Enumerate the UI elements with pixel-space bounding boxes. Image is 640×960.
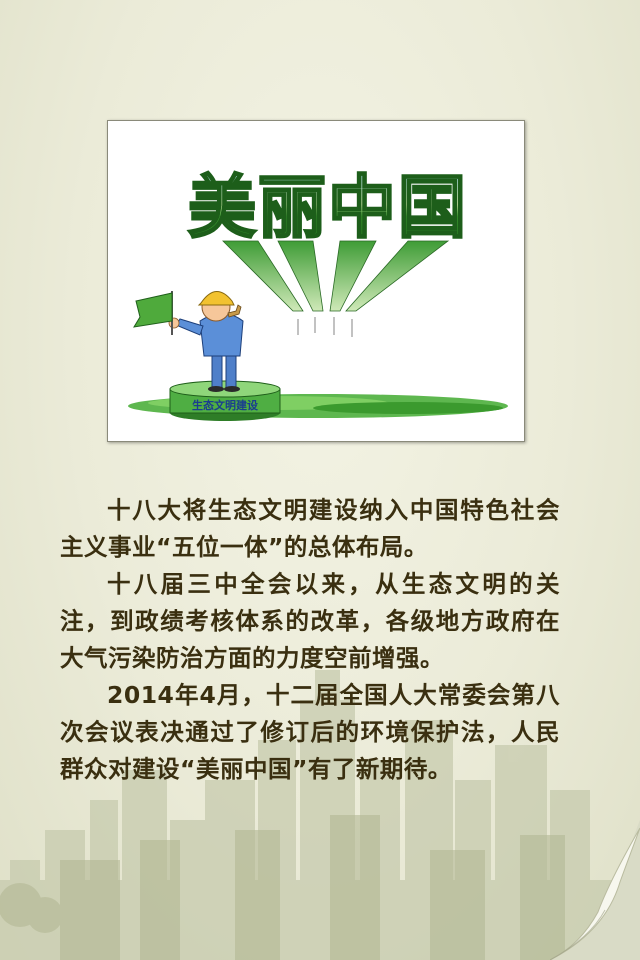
- article-body: 十八大将生态文明建设纳入中国特色社会主义事业“五位一体”的总体布局。 十八届三中…: [60, 492, 560, 788]
- title-extrusion-beams: [222, 240, 450, 312]
- page-curl-corner[interactable]: [550, 820, 640, 960]
- beautiful-china-illustration: 美丽中国 生态文明建设: [107, 120, 525, 442]
- green-flag: [133, 291, 173, 335]
- worker-figure: [168, 291, 244, 392]
- paragraph-3: 2014年4月，十二届全国人大常委会第八次会议表决通过了修订后的环境保护法，人民…: [60, 681, 560, 783]
- pedestal: 生态文明建设: [169, 380, 281, 421]
- page: 美丽中国 生态文明建设 十八大将生态文明建设纳入中国特色社会主义事业“五位一体”…: [0, 0, 640, 960]
- illustration-title: 美丽中国: [188, 169, 468, 248]
- pedestal-label: 生态文明建设: [192, 398, 259, 412]
- paragraph-2: 十八届三中全会以来，从生态文明的关注，到政绩考核体系的改革，各级地方政府在大气污…: [60, 570, 560, 672]
- paragraph-1: 十八大将生态文明建设纳入中国特色社会主义事业“五位一体”的总体布局。: [60, 496, 560, 561]
- motion-lines: [297, 317, 353, 337]
